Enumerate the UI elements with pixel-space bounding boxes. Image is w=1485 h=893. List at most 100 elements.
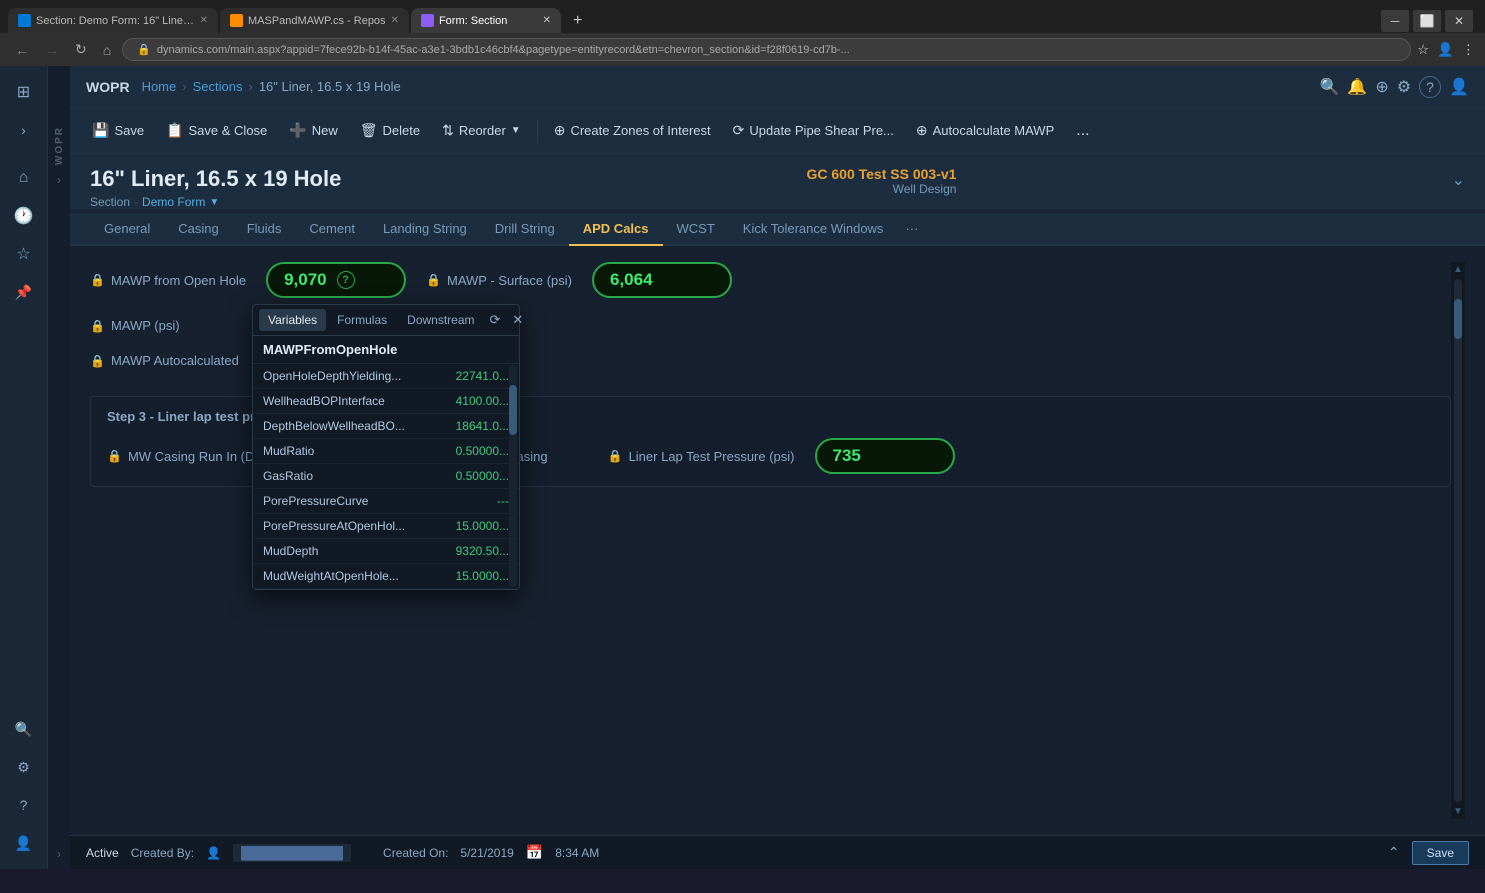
nav-chevron[interactable]: ›: [6, 112, 42, 148]
tab-fluids[interactable]: Fluids: [233, 213, 296, 246]
popup-row-6-label: PorePressureCurve: [263, 494, 431, 508]
popup-row-2-label: WellheadBOPInterface: [263, 394, 431, 408]
variables-popup: Variables Formulas Downstream ⟳ ✕: [252, 304, 520, 590]
profile-button[interactable]: 👤: [1437, 42, 1454, 58]
popup-row-6-value: ---: [439, 494, 509, 508]
tab-apd-calcs[interactable]: APD Calcs: [569, 213, 663, 246]
mawp-question-icon[interactable]: ?: [337, 271, 355, 289]
save-button[interactable]: 💾 Save: [82, 117, 154, 144]
tab-more[interactable]: ···: [897, 213, 926, 244]
tab-kick-tolerance[interactable]: Kick Tolerance Windows: [729, 213, 898, 246]
browser-tab-3[interactable]: Form: Section ✕: [411, 8, 561, 33]
collapse-button[interactable]: ⌃: [1388, 844, 1400, 861]
bookmark-button[interactable]: ☆: [1417, 42, 1429, 58]
popup-tab-variables[interactable]: Variables: [259, 309, 326, 331]
popup-row-3-label: DepthBelowWellheadBO...: [263, 419, 431, 433]
nav-collapse-arrow-bottom[interactable]: ›: [57, 847, 61, 861]
global-settings-button[interactable]: ⚙: [1397, 77, 1411, 97]
url-input[interactable]: 🔒 dynamics.com/main.aspx?appid=7fece92b-…: [122, 38, 1411, 61]
new-tab-button[interactable]: +: [563, 9, 592, 33]
nav-apps-button[interactable]: ⊞: [6, 74, 42, 110]
popup-row-5[interactable]: GasRatio 0.50000...: [253, 464, 519, 489]
global-user-button[interactable]: 👤: [1449, 77, 1469, 97]
reorder-label: Reorder: [459, 123, 506, 138]
global-apps-button[interactable]: ⊕: [1375, 77, 1388, 97]
update-pipe-button[interactable]: ⟳ Update Pipe Shear Pre...: [723, 117, 904, 144]
delete-button[interactable]: 🗑 Delete: [350, 117, 430, 144]
nav-home-item[interactable]: ⌂: [6, 160, 42, 196]
tab-general[interactable]: General: [90, 213, 164, 246]
back-button[interactable]: ←: [10, 40, 34, 60]
popup-tab-formulas[interactable]: Formulas: [328, 309, 396, 331]
tab-wcst[interactable]: WCST: [663, 213, 729, 246]
status-save-button[interactable]: Save: [1412, 841, 1469, 865]
nav-star-item[interactable]: ☆: [6, 236, 42, 272]
popup-row-4[interactable]: MudRatio 0.50000...: [253, 439, 519, 464]
close-window-button[interactable]: ✕: [1445, 10, 1473, 32]
scroll-up-button[interactable]: ▲: [1453, 264, 1463, 275]
popup-row-3[interactable]: DepthBelowWellheadBO... 18641.0...: [253, 414, 519, 439]
scroll-down-button[interactable]: ▼: [1453, 806, 1463, 817]
popup-row-6[interactable]: PorePressureCurve ---: [253, 489, 519, 514]
browser-menu-button[interactable]: ⋮: [1462, 42, 1475, 58]
tab-close-2[interactable]: ✕: [391, 15, 399, 26]
popup-row-7[interactable]: PorePressureAtOpenHol... 15.0000...: [253, 514, 519, 539]
browser-tab-2[interactable]: MASPandMAWP.cs - Repos ✕: [220, 8, 409, 33]
liner-lap-field[interactable]: 735: [815, 438, 955, 474]
nav-user-item[interactable]: 👤: [6, 825, 42, 861]
tab-close-3[interactable]: ✕: [543, 15, 551, 26]
popup-refresh-button[interactable]: ⟳: [486, 310, 505, 330]
update-pipe-icon: ⟳: [733, 122, 745, 139]
nav-settings-item[interactable]: ⚙: [6, 749, 42, 785]
tab-bar: Section: Demo Form: 16" Liner, 1... ✕ MA…: [0, 0, 1485, 33]
global-notification-button[interactable]: 🔔: [1347, 77, 1367, 97]
create-zones-button[interactable]: ⊕ Create Zones of Interest: [544, 117, 721, 144]
reorder-button[interactable]: ⇅ Reorder ▼: [432, 117, 531, 144]
tab-landing-string[interactable]: Landing String: [369, 213, 481, 246]
browser-tab-1[interactable]: Section: Demo Form: 16" Liner, 1... ✕: [8, 8, 218, 33]
popup-row-1-value: 22741.0...: [439, 369, 509, 383]
breadcrumb-sections[interactable]: Sections: [193, 79, 243, 94]
nav-search-item[interactable]: 🔍: [6, 711, 42, 747]
nav-pin-item[interactable]: 📌: [6, 274, 42, 310]
page-subtitle: Section · Demo Form ▼: [90, 195, 341, 209]
popup-row-1[interactable]: OpenHoleDepthYielding... 22741.0...: [253, 364, 519, 389]
forward-button[interactable]: →: [40, 40, 64, 60]
autocalculate-button[interactable]: ⊕ Autocalculate MAWP: [906, 117, 1064, 144]
popup-tab-downstream[interactable]: Downstream: [398, 309, 483, 331]
global-help-button[interactable]: ?: [1419, 76, 1441, 98]
more-button[interactable]: ...: [1066, 117, 1099, 145]
refresh-button[interactable]: ↻: [70, 39, 92, 60]
global-search-button[interactable]: 🔍: [1319, 77, 1339, 97]
popup-scroll-thumb[interactable]: [509, 385, 517, 435]
nav-collapse-arrow-top[interactable]: ›: [57, 173, 61, 187]
popup-row-9[interactable]: MudWeightAtOpenHole... 15.0000...: [253, 564, 519, 589]
popup-row-2[interactable]: WellheadBOPInterface 4100.00...: [253, 389, 519, 414]
tab-close-1[interactable]: ✕: [200, 15, 208, 26]
minimize-button[interactable]: ─: [1381, 10, 1409, 32]
tab-casing[interactable]: Casing: [164, 213, 232, 246]
mawp-open-hole-field[interactable]: 9,070 ?: [266, 262, 406, 298]
save-close-button[interactable]: 📋 Save & Close: [156, 117, 277, 144]
nav-help-item[interactable]: ?: [6, 787, 42, 823]
subtitle-form[interactable]: Demo Form: [142, 195, 205, 209]
scroll-thumb[interactable]: [1454, 299, 1462, 339]
popup-close-button[interactable]: ✕: [508, 310, 527, 330]
restore-button[interactable]: ⬜: [1413, 10, 1441, 32]
home-button[interactable]: ⌂: [98, 40, 116, 60]
breadcrumb: Home › Sections › 16" Liner, 16.5 x 19 H…: [142, 79, 401, 94]
url-text: dynamics.com/main.aspx?appid=7fece92b-b1…: [157, 44, 850, 56]
tab-drill-string[interactable]: Drill String: [481, 213, 569, 246]
new-button[interactable]: ➕ New: [279, 117, 347, 144]
mawp-surface-field[interactable]: 6,064: [592, 262, 732, 298]
calendar-button[interactable]: 📅: [526, 844, 543, 861]
subtitle-chevron[interactable]: ▼: [209, 197, 219, 208]
nav-recent-item[interactable]: 🕐: [6, 198, 42, 234]
well-design-chevron[interactable]: ⌄: [1452, 170, 1465, 190]
popup-row-8[interactable]: MudDepth 9320.50...: [253, 539, 519, 564]
breadcrumb-home[interactable]: Home: [142, 79, 177, 94]
well-design-name[interactable]: GC 600 Test SS 003-v1: [807, 166, 957, 182]
tab-cement[interactable]: Cement: [295, 213, 369, 246]
liner-lap-label: 🔒 Liner Lap Test Pressure (psi): [608, 449, 795, 464]
popup-row-1-label: OpenHoleDepthYielding...: [263, 369, 431, 383]
